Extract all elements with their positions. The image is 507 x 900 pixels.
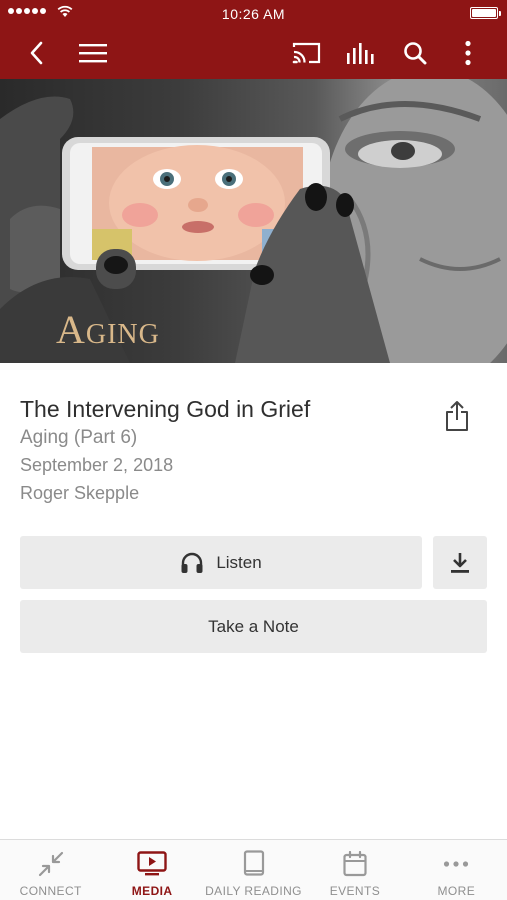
download-button[interactable] (433, 536, 487, 589)
search-button[interactable] (396, 34, 434, 72)
audio-button[interactable] (342, 34, 380, 72)
media-details: The Intervening God in Grief Aging (Part… (20, 396, 420, 504)
listen-label: Listen (216, 552, 262, 572)
calendar-icon (343, 851, 367, 877)
back-button[interactable] (18, 34, 56, 72)
series-artwork-title: Aging (56, 307, 160, 352)
take-note-button[interactable]: Take a Note (20, 600, 487, 653)
share-button[interactable] (440, 398, 474, 434)
tab-label: MORE (437, 884, 476, 898)
vertical-dots-icon (465, 40, 471, 66)
tab-connect[interactable]: CONNECT (0, 840, 101, 900)
headphones-icon (181, 552, 203, 573)
download-icon (451, 552, 469, 573)
listen-button[interactable]: Listen (20, 536, 422, 589)
take-note-label: Take a Note (208, 616, 299, 636)
app-header (0, 26, 507, 79)
chevron-left-icon (30, 41, 43, 65)
media-date: September 2, 2018 (20, 455, 174, 475)
tab-daily-reading[interactable]: DAILY READING (203, 840, 304, 900)
media-icon (137, 851, 167, 876)
search-icon (404, 42, 427, 65)
more-options-button[interactable] (449, 34, 487, 72)
battery-icon (470, 7, 501, 19)
tab-media[interactable]: MEDIA (101, 840, 202, 900)
status-bar: 10:26 AM (0, 0, 507, 26)
menu-button[interactable] (74, 34, 112, 72)
tab-label: CONNECT (19, 884, 82, 898)
tab-events[interactable]: EVENTS (304, 840, 405, 900)
book-icon (243, 850, 264, 876)
tab-label: MEDIA (131, 884, 173, 898)
cast-button[interactable] (288, 34, 326, 72)
tab-label: EVENTS (329, 884, 381, 898)
series-part: Aging (Part 6) (20, 427, 138, 448)
tab-more[interactable]: MORE (406, 840, 507, 900)
connect-icon (38, 851, 63, 877)
hamburger-icon (79, 44, 107, 63)
cast-icon (292, 42, 321, 64)
audio-bars-icon (347, 43, 374, 64)
more-dots-icon (444, 861, 469, 867)
media-title: The Intervening God in Grief (20, 396, 311, 422)
hero-artwork: Aging (0, 79, 507, 363)
tab-label: DAILY READING (205, 884, 302, 898)
bottom-tab-bar: CONNECT MEDIA DAILY READING EVENTS MORE (0, 839, 507, 900)
share-icon (446, 401, 468, 431)
speaker-name: Roger Skepple (20, 483, 140, 503)
status-time: 10:26 AM (221, 6, 286, 22)
